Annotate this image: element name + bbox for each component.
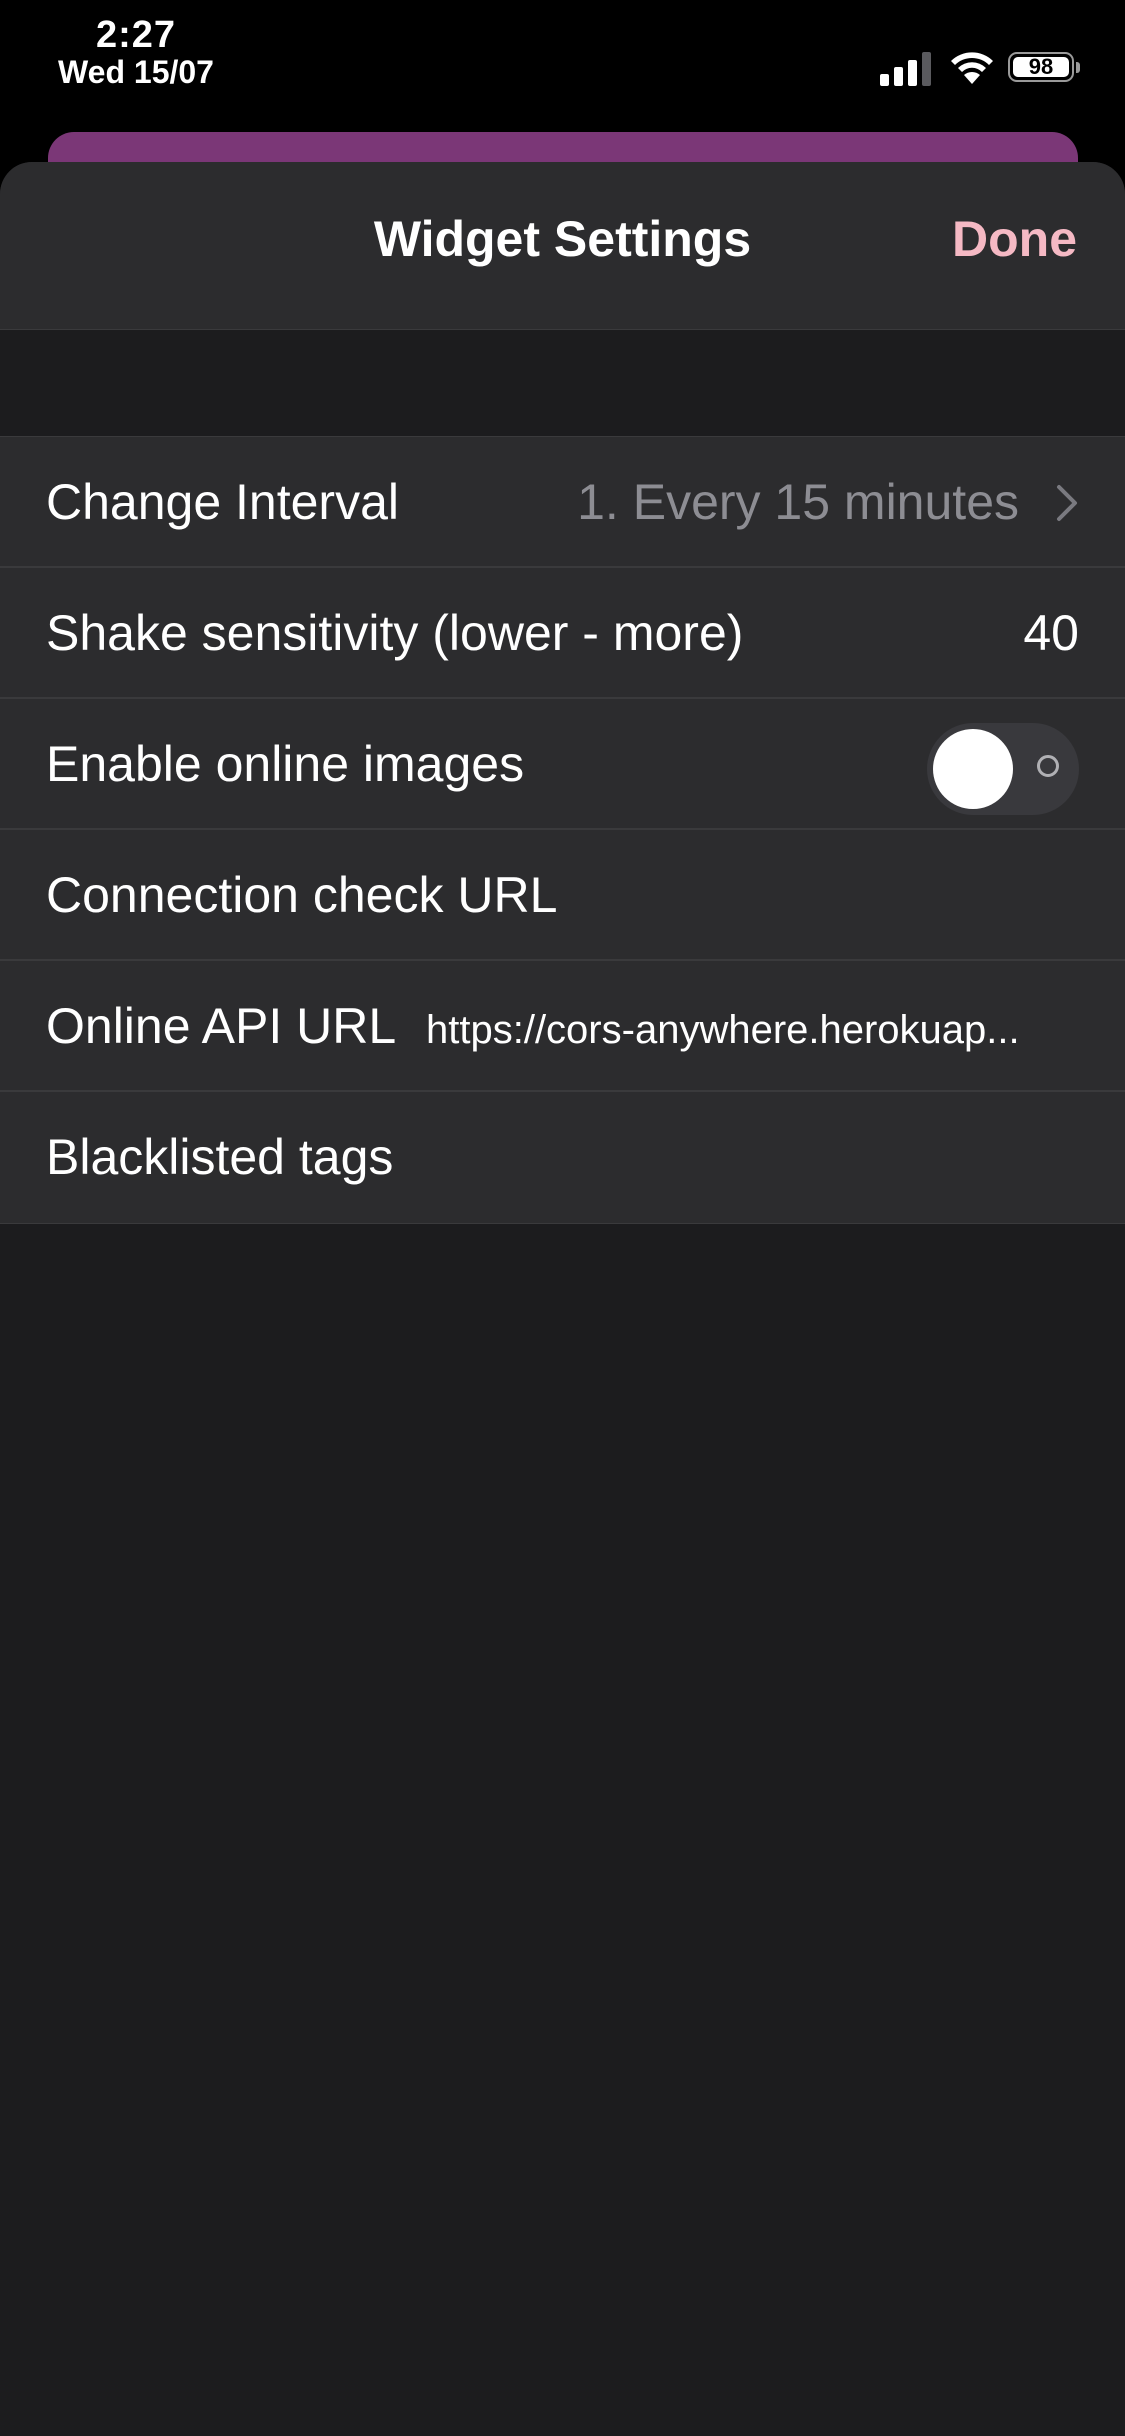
online-api-url-field[interactable]: https://cors-anywhere.herokuap... bbox=[426, 961, 1082, 1092]
screen: 2:27 Wed 15/07 98 Widget Settings Done C… bbox=[0, 0, 1125, 2436]
settings-list: Change Interval 1. Every 15 minutes Shak… bbox=[0, 436, 1125, 1224]
online-api-url-label: Online API URL bbox=[46, 998, 397, 1054]
shake-sensitivity-row[interactable]: Shake sensitivity (lower - more) 40 bbox=[0, 568, 1125, 699]
blacklisted-tags-label: Blacklisted tags bbox=[46, 1129, 394, 1185]
status-date: Wed 15/07 bbox=[58, 54, 214, 90]
chevron-right-icon bbox=[1057, 485, 1077, 521]
connection-check-url-field[interactable] bbox=[426, 830, 1082, 961]
widget-settings-sheet: Widget Settings Done Change Interval 1. … bbox=[0, 162, 1125, 2436]
wifi-icon bbox=[951, 52, 993, 84]
online-images-row: Enable online images bbox=[0, 699, 1125, 830]
online-images-toggle[interactable] bbox=[927, 723, 1079, 815]
online-images-label: Enable online images bbox=[46, 736, 525, 792]
change-interval-row[interactable]: Change Interval 1. Every 15 minutes bbox=[0, 437, 1125, 568]
change-interval-value: 1. Every 15 minutes bbox=[577, 474, 1019, 530]
online-api-url-row[interactable]: Online API URL https://cors-anywhere.her… bbox=[0, 961, 1125, 1092]
blacklisted-tags-row[interactable]: Blacklisted tags bbox=[0, 1092, 1125, 1223]
battery-indicator: 98 bbox=[1008, 52, 1082, 84]
toggle-off-icon bbox=[1037, 755, 1059, 777]
done-button[interactable]: Done bbox=[952, 210, 1077, 268]
connection-check-url-row[interactable]: Connection check URL bbox=[0, 830, 1125, 961]
shake-sensitivity-value[interactable]: 40 bbox=[1023, 568, 1079, 699]
change-interval-label: Change Interval bbox=[46, 474, 400, 530]
battery-percentage: 98 bbox=[1028, 54, 1054, 79]
status-bar: 2:27 Wed 15/07 98 bbox=[0, 0, 1125, 130]
cellular-signal-icon bbox=[880, 52, 931, 86]
status-time: 2:27 bbox=[95, 14, 177, 56]
shake-sensitivity-label: Shake sensitivity (lower - more) bbox=[46, 605, 744, 661]
toggle-knob bbox=[933, 729, 1013, 809]
navigation-bar: Widget Settings Done bbox=[0, 162, 1125, 330]
